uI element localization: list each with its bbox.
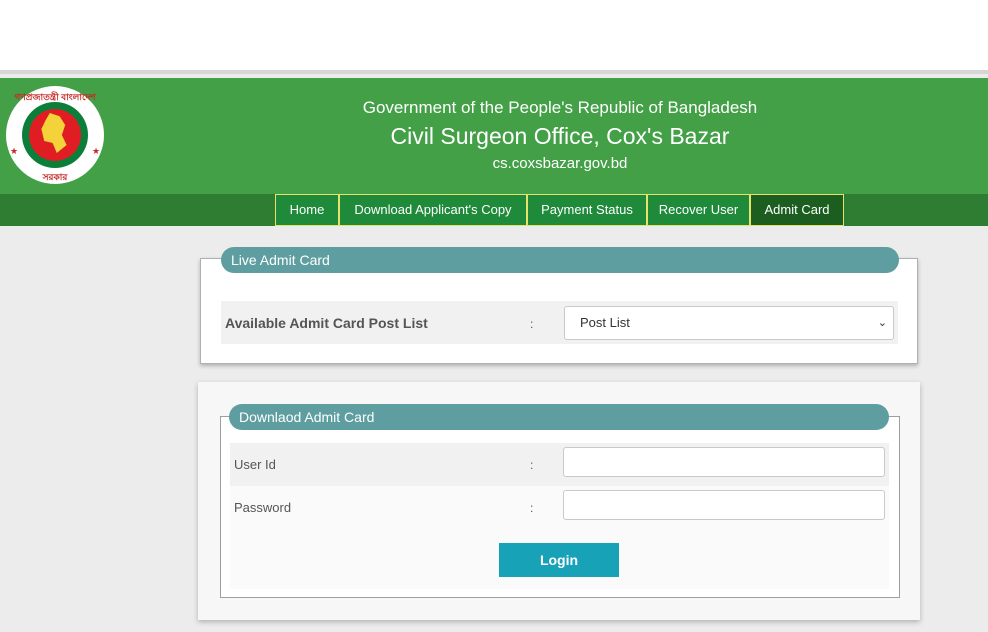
nav-download-applicants-copy[interactable]: Download Applicant's Copy (339, 194, 527, 226)
live-admit-card-title: Live Admit Card (221, 247, 899, 273)
password-input[interactable] (563, 490, 885, 520)
office-title: Civil Surgeon Office, Cox's Bazar (390, 123, 730, 149)
login-row: Login (230, 529, 889, 589)
password-row: Password : (230, 486, 889, 529)
chevron-down-icon: ⌄ (877, 317, 887, 329)
site-header: গণপ্রজাতন্ত্রী বাংলাদেশ ★ ★ সরকার Govern… (0, 78, 988, 194)
post-list-label: Available Admit Card Post List (225, 315, 428, 331)
logo-bottom-text: সরকার (42, 172, 68, 182)
password-colon: : (530, 501, 534, 515)
nav-payment-status[interactable]: Payment Status (527, 194, 647, 226)
star-icon: ★ (10, 146, 19, 156)
post-list-row: Available Admit Card Post List : Post Li… (221, 301, 898, 344)
user-id-colon: : (530, 458, 534, 472)
download-admit-card-section: Downlaod Admit Card User Id : Password :… (198, 382, 920, 620)
government-title: Government of the People's Republic of B… (362, 98, 758, 117)
nav-recover-user[interactable]: Recover User (647, 194, 750, 226)
top-white-bar (0, 0, 988, 74)
download-admit-card-title: Downlaod Admit Card (229, 404, 889, 430)
government-logo: গণপ্রজাতন্ত্রী বাংলাদেশ ★ ★ সরকার (6, 86, 104, 184)
main-navbar: Home Download Applicant's Copy Payment S… (0, 194, 988, 226)
post-list-select-value: Post List (580, 315, 630, 330)
login-button[interactable]: Login (499, 543, 619, 577)
site-domain: cs.coxsbazar.gov.bd (492, 155, 628, 172)
post-list-select[interactable]: Post List ⌄ (564, 306, 894, 340)
password-label: Password (234, 500, 292, 515)
star-icon: ★ (92, 146, 101, 156)
user-id-label: User Id (234, 457, 276, 472)
user-id-row: User Id : (230, 443, 889, 486)
nav-admit-card[interactable]: Admit Card (750, 194, 844, 226)
download-admit-card-panel: Downlaod Admit Card User Id : Password :… (220, 404, 900, 598)
post-list-colon: : (530, 317, 534, 331)
nav-home[interactable]: Home (275, 194, 339, 226)
live-admit-card-panel: Live Admit Card Available Admit Card Pos… (200, 247, 918, 364)
user-id-input[interactable] (563, 447, 885, 477)
